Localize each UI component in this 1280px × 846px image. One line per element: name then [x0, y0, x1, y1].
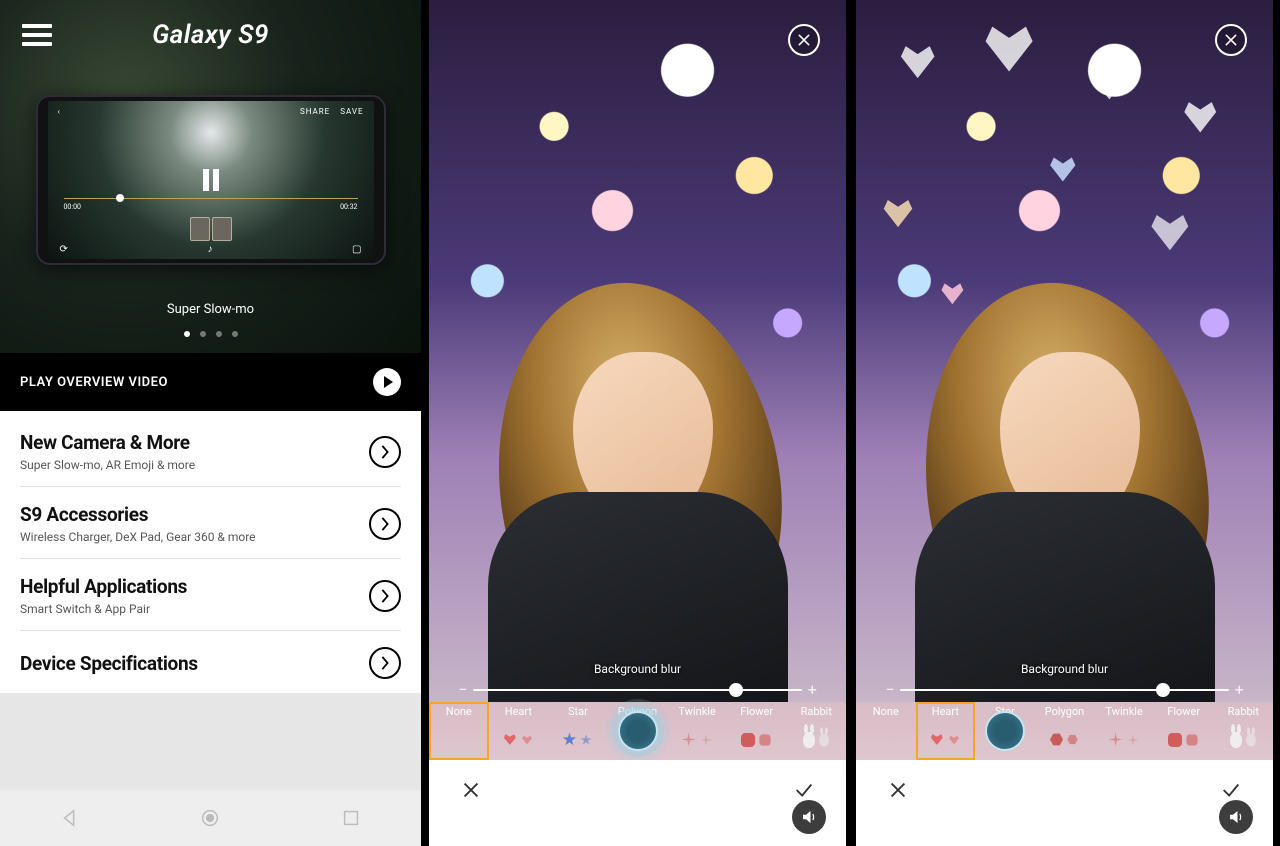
- effect-none[interactable]: None: [429, 702, 489, 760]
- video-preview-phone[interactable]: ‹ SHARE SAVE 00:00 00:32 ⟳: [36, 95, 386, 265]
- chevron-right-icon[interactable]: [369, 436, 401, 468]
- carousel-dot[interactable]: [232, 331, 238, 337]
- effect-label: Polygon: [1045, 705, 1084, 719]
- menu-item[interactable]: Device Specifications: [20, 631, 401, 693]
- menu-item-title: New Camera & More: [20, 431, 195, 454]
- effect-label: None: [873, 705, 899, 719]
- effect-twinkle[interactable]: Twinkle: [1094, 702, 1154, 760]
- menu-item-subtitle: Wireless Charger, DeX Pad, Gear 360 & mo…: [20, 530, 256, 544]
- nav-back-button[interactable]: [59, 807, 81, 829]
- android-navbar: [0, 790, 421, 846]
- effect-selector: NoneHeartStarPolygonTwinkleFlowerRabbit: [429, 702, 846, 760]
- shutter-button[interactable]: [618, 711, 658, 751]
- effect-label: Heart: [505, 705, 532, 719]
- nav-recent-button[interactable]: [340, 807, 362, 829]
- photo-preview[interactable]: Background blur − +: [856, 0, 1273, 702]
- background-blur-control: Background blur − +: [429, 662, 846, 702]
- music-icon[interactable]: ♪: [207, 244, 212, 255]
- effect-label: Rabbit: [1228, 705, 1259, 719]
- close-button[interactable]: [788, 24, 820, 56]
- minus-icon[interactable]: −: [458, 680, 467, 699]
- effect-rabbit[interactable]: Rabbit: [786, 702, 846, 760]
- save-label[interactable]: SAVE: [340, 107, 363, 116]
- clip-thumbnails[interactable]: [190, 217, 232, 241]
- editor-panel-heart: Background blur − + NoneHeartStarPolygon…: [854, 0, 1275, 846]
- menu-item-title: Helpful Applications: [20, 575, 187, 598]
- carousel-dots[interactable]: [0, 331, 421, 337]
- hero: Galaxy S9 ‹ SHARE SAVE 00:00 00:32: [0, 0, 421, 353]
- effect-polygon[interactable]: Polygon: [1035, 702, 1095, 760]
- effect-label: Rabbit: [801, 705, 832, 719]
- carousel-dot[interactable]: [184, 331, 190, 337]
- effect-twinkle[interactable]: Twinkle: [667, 702, 727, 760]
- effect-star[interactable]: Star: [548, 702, 608, 760]
- menu-item[interactable]: Helpful Applications Smart Switch & App P…: [20, 559, 401, 631]
- nav-home-button[interactable]: [199, 807, 221, 829]
- page-title: Galaxy S9: [152, 20, 269, 50]
- portrait-subject: [468, 222, 808, 702]
- slider-knob[interactable]: [1156, 683, 1170, 697]
- menu-item-title: Device Specifications: [20, 652, 198, 675]
- effect-selector: NoneHeartStarPolygonTwinkleFlowerRabbit: [856, 702, 1273, 760]
- background-blur-control: Background blur − +: [856, 662, 1273, 702]
- effect-heart[interactable]: Heart: [489, 702, 549, 760]
- effect-label: None: [446, 705, 472, 719]
- play-overview-label: PLAY OVERVIEW VIDEO: [20, 375, 168, 390]
- effect-label: Twinkle: [1105, 705, 1142, 719]
- play-icon[interactable]: [373, 368, 401, 396]
- editor-panel-none: Background blur − + NoneHeartStarPolygon…: [427, 0, 848, 846]
- carousel-dot[interactable]: [200, 331, 206, 337]
- effect-flower[interactable]: Flower: [1154, 702, 1214, 760]
- cancel-button[interactable]: [882, 774, 914, 806]
- slider-knob[interactable]: [729, 683, 743, 697]
- effect-none[interactable]: None: [856, 702, 916, 760]
- menu-item-title: S9 Accessories: [20, 503, 256, 526]
- menu-item[interactable]: S9 Accessories Wireless Charger, DeX Pad,…: [20, 487, 401, 559]
- hamburger-menu-icon[interactable]: [22, 24, 52, 46]
- effect-flower[interactable]: Flower: [727, 702, 787, 760]
- shutter-button[interactable]: [985, 711, 1025, 751]
- menu-item-subtitle: Smart Switch & App Pair: [20, 602, 187, 616]
- video-timeline[interactable]: 00:00 00:32: [64, 198, 358, 211]
- play-overview-row[interactable]: PLAY OVERVIEW VIDEO: [0, 353, 421, 411]
- close-button[interactable]: [1215, 24, 1247, 56]
- editor-footer: [856, 760, 1273, 846]
- galaxy-s9-menu-panel: Galaxy S9 ‹ SHARE SAVE 00:00 00:32: [0, 0, 421, 846]
- plus-icon[interactable]: +: [1235, 680, 1244, 699]
- minus-icon[interactable]: −: [885, 680, 894, 699]
- blur-slider[interactable]: − +: [458, 680, 817, 699]
- menu-list: New Camera & More Super Slow-mo, AR Emoji…: [0, 411, 421, 693]
- share-label[interactable]: SHARE: [300, 107, 330, 116]
- crop-icon[interactable]: ▢: [352, 244, 361, 255]
- chevron-right-icon[interactable]: [369, 508, 401, 540]
- blur-label: Background blur: [1021, 662, 1108, 676]
- menu-item-subtitle: Super Slow-mo, AR Emoji & more: [20, 458, 195, 472]
- hero-caption: Super Slow-mo: [0, 302, 421, 317]
- plus-icon[interactable]: +: [808, 680, 817, 699]
- effect-label: Heart: [932, 705, 959, 719]
- back-arrow-icon[interactable]: ‹: [58, 107, 61, 116]
- cancel-button[interactable]: [455, 774, 487, 806]
- time-end: 00:32: [340, 203, 357, 211]
- photo-preview[interactable]: Background blur − +: [429, 0, 846, 702]
- speaker-button[interactable]: [792, 800, 826, 834]
- effect-label: Twinkle: [678, 705, 715, 719]
- portrait-subject: [895, 222, 1235, 702]
- effect-label: Star: [568, 705, 588, 719]
- effect-label: Flower: [740, 705, 773, 719]
- blur-slider[interactable]: − +: [885, 680, 1244, 699]
- carousel-dot[interactable]: [216, 331, 222, 337]
- time-start: 00:00: [64, 203, 81, 211]
- chevron-right-icon[interactable]: [369, 647, 401, 679]
- loop-icon[interactable]: ⟳: [60, 244, 68, 255]
- editor-footer: [429, 760, 846, 846]
- speaker-button[interactable]: [1219, 800, 1253, 834]
- effect-rabbit[interactable]: Rabbit: [1213, 702, 1273, 760]
- blur-label: Background blur: [594, 662, 681, 676]
- menu-item[interactable]: New Camera & More Super Slow-mo, AR Emoji…: [20, 415, 401, 487]
- pause-icon[interactable]: [200, 169, 222, 191]
- effect-label: Flower: [1167, 705, 1200, 719]
- effect-heart[interactable]: Heart: [916, 702, 976, 760]
- chevron-right-icon[interactable]: [369, 580, 401, 612]
